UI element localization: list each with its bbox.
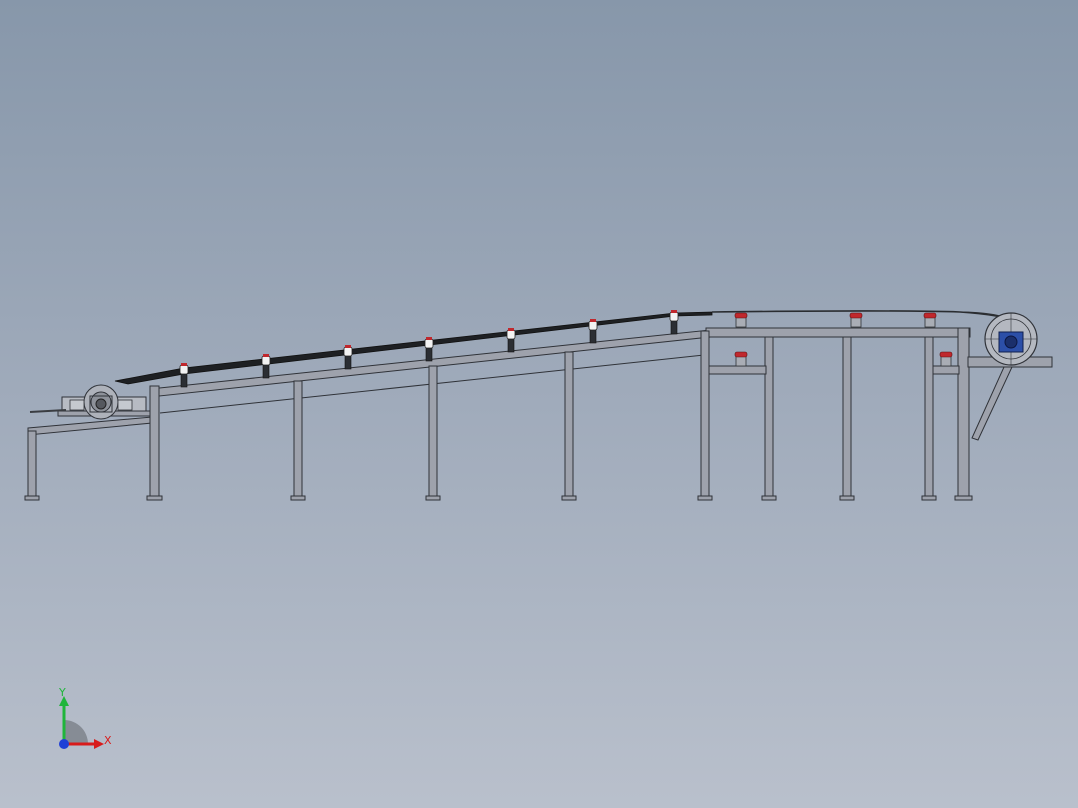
conveyor-belt-incline[interactable] xyxy=(114,311,713,385)
tail-leg-left[interactable] xyxy=(27,430,37,500)
flat-idler[interactable] xyxy=(923,312,937,328)
triad-x-arrow xyxy=(94,739,104,749)
coordinate-triad: X Y xyxy=(58,686,112,749)
incline-idler[interactable] xyxy=(506,328,516,353)
return-idler[interactable] xyxy=(734,351,748,367)
tail-leg-left-foot xyxy=(24,495,40,501)
triad-x-label: X xyxy=(104,734,112,747)
incline-idler[interactable] xyxy=(179,363,189,388)
tail-section-beam[interactable] xyxy=(27,416,153,436)
incline-idler[interactable] xyxy=(669,310,679,335)
head-pulley-assembly[interactable] xyxy=(984,312,1038,366)
incline-idler[interactable] xyxy=(343,345,353,370)
tail-leg-post-foot xyxy=(146,495,163,501)
flat-idlers[interactable] xyxy=(734,312,937,328)
incline-idler[interactable] xyxy=(588,319,598,344)
flat-idler[interactable] xyxy=(849,312,863,328)
triad-xy-plane-arc xyxy=(64,720,88,744)
return-idler[interactable] xyxy=(939,351,953,367)
tail-pulley-assembly[interactable] xyxy=(29,384,151,420)
conveyor-assembly-model[interactable] xyxy=(0,0,1078,808)
graphics-viewport[interactable]: X Y xyxy=(0,0,1078,808)
tail-leg-post[interactable] xyxy=(149,385,160,500)
incline-idler[interactable] xyxy=(424,337,434,362)
horizontal-top-beam[interactable] xyxy=(705,327,971,338)
head-drive-bracket[interactable] xyxy=(967,356,1053,441)
flat-idler[interactable] xyxy=(734,312,748,328)
triad-z-axis xyxy=(59,739,69,749)
incline-idler[interactable] xyxy=(261,354,271,379)
triad-y-label: Y xyxy=(58,686,66,699)
